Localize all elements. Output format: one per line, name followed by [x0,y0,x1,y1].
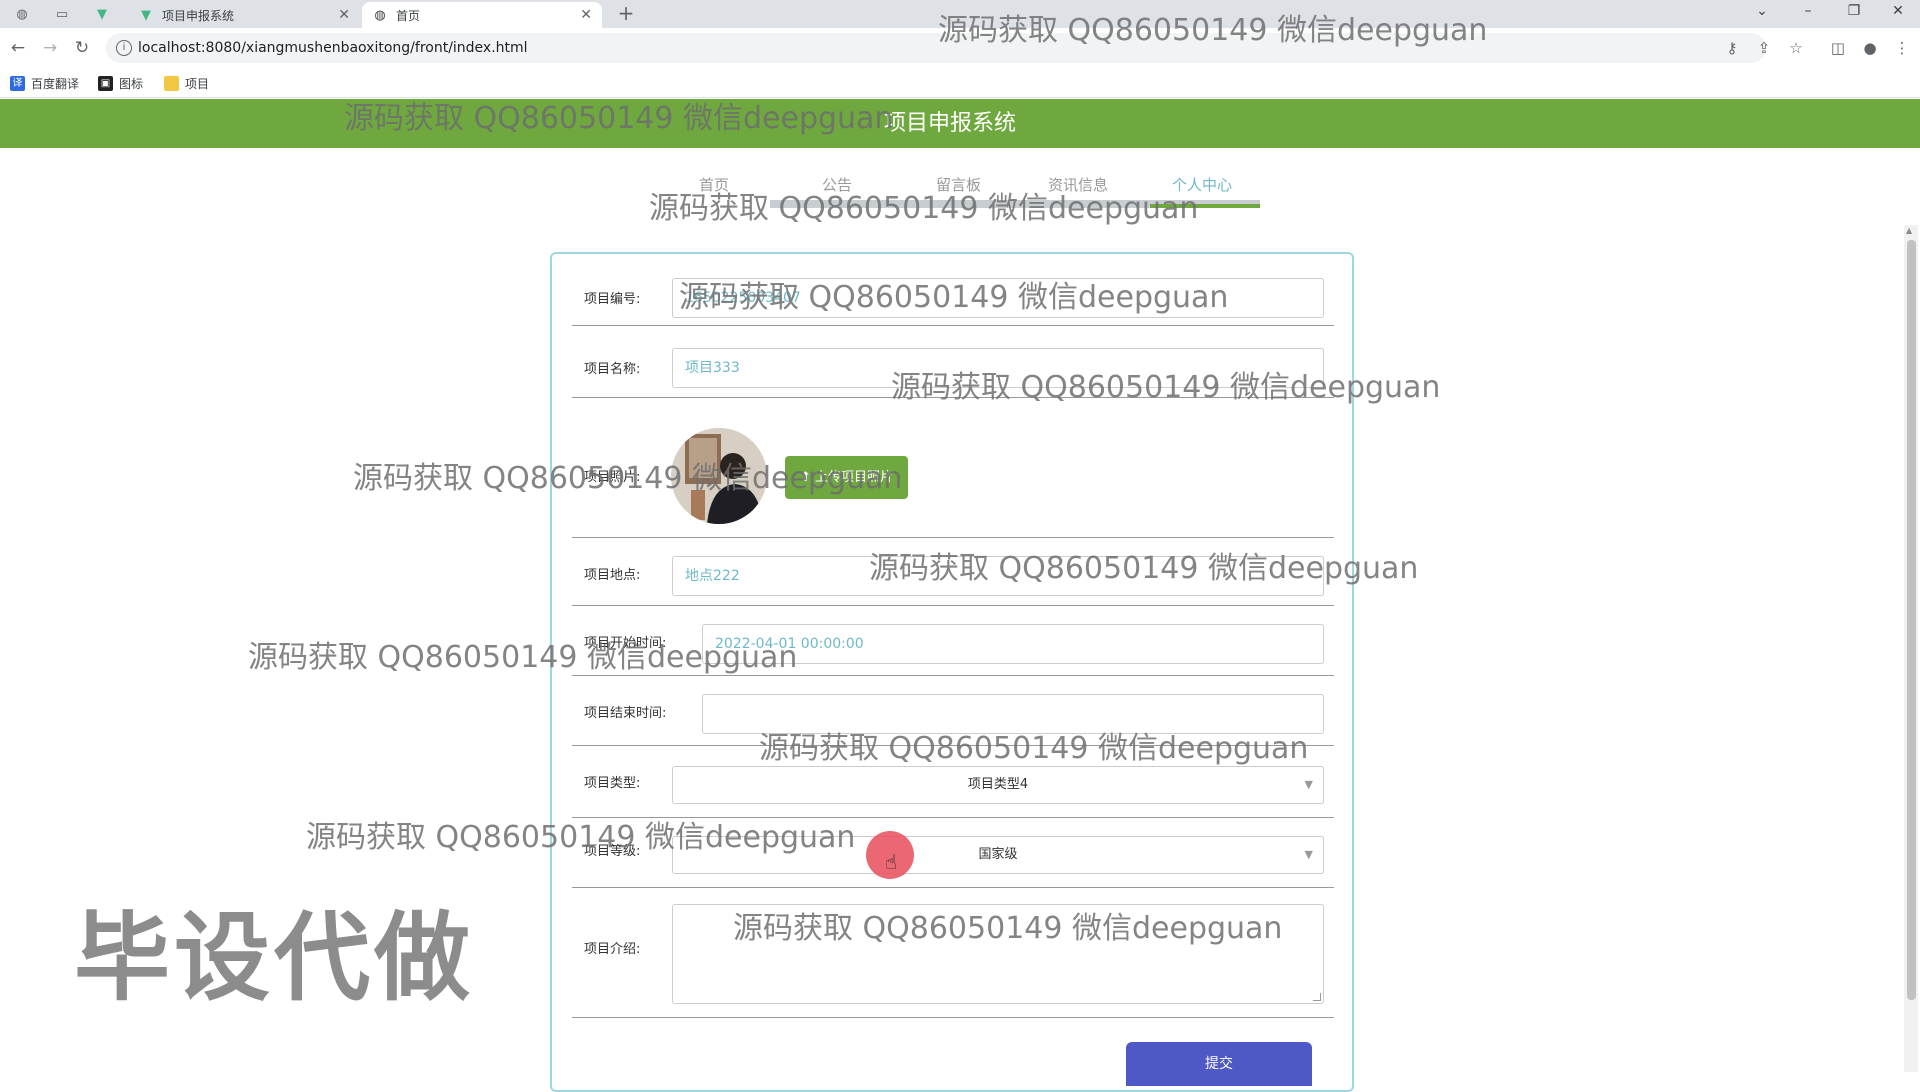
tab-label: 首页 [396,8,421,23]
menu-icon[interactable]: ⋮ [1890,36,1914,60]
globe-icon[interactable]: ◍ [8,3,36,25]
resize-handle[interactable] [1313,993,1321,1001]
profile-icon[interactable]: ● [1858,36,1882,60]
tab-label: 项目申报系统 [162,8,235,23]
tab-home[interactable]: ◍ 首页 ✕ [362,2,602,28]
name-label: 项目名称: [584,362,641,377]
type-label: 项目类型: [584,776,641,791]
bookmark-project-folder[interactable]: 项目 [164,75,209,92]
bookmark-label: 百度翻译 [31,77,80,91]
close-icon[interactable]: ✕ [338,7,350,23]
bookmark-icons[interactable]: ▣ 图标 [98,75,143,92]
scrollbar-thumb[interactable] [1907,240,1916,1000]
close-window-button[interactable]: ✕ [1876,0,1920,22]
watermark-text: 源码获取 QQ86050149 微信deepguan [353,461,903,496]
restore-button[interactable]: ❐ [1832,0,1876,22]
tab-project-system[interactable]: ▼ 项目申报系统 ✕ [128,2,360,28]
watermark-text: 源码获取 QQ86050149 微信deepguan [759,731,1309,766]
bookmark-baidu-translate[interactable]: 译 百度翻译 [10,75,79,92]
watermark-text: 源码获取 QQ86050149 微信deepguan [938,13,1488,48]
info-icon[interactable]: i [116,40,132,56]
hand-cursor-icon: ☝ [885,850,898,874]
share-icon[interactable]: ⇪ [1752,36,1776,60]
watermark-text: 源码获取 QQ86050149 微信deepguan [649,191,1199,226]
site-header: 项目申报系统 [0,99,1920,148]
watermark-text: 源码获取 QQ86050149 微信deepguan [679,280,1229,315]
bookmark-label: 图标 [119,77,144,91]
bookmarks-bar: 译 百度翻译 ▣ 图标 项目 [0,68,1920,98]
scroll-up-icon[interactable]: ▲ [1906,226,1912,235]
blank-tab-icon[interactable]: ▭ [48,3,76,25]
number-label: 项目编号: [584,292,641,307]
site-title: 项目申报系统 [883,111,1016,136]
type-select[interactable]: 项目类型4 ▼ [672,766,1324,804]
url-text: localhost:8080/xiangmushenbaoxitong/fron… [138,40,528,56]
side-panel-icon[interactable]: ◫ [1826,36,1850,60]
folder-icon [164,76,179,91]
vue-icon: ▼ [141,7,151,23]
type-value: 项目类型4 [967,777,1029,792]
watermark-text: 源码获取 QQ86050149 微信deepguan [891,370,1441,405]
star-icon[interactable]: ☆ [1784,36,1808,60]
watermark-text: 源码获取 QQ86050149 微信deepguan [344,101,894,136]
image-icon: ▣ [98,76,113,91]
watermark-text: 源码获取 QQ86050149 微信deepguan [869,551,1419,586]
back-icon[interactable]: ← [6,36,30,60]
chevron-down-icon: ▼ [1304,778,1313,791]
watermark-big-text: 毕设代做 [74,902,474,1014]
new-tab-button[interactable]: + [614,2,638,26]
level-value: 国家级 [978,847,1018,862]
tab-search-icon[interactable]: ⌄ [1740,0,1784,22]
minimize-button[interactable]: – [1786,0,1830,22]
submit-button[interactable]: 提交 [1126,1042,1312,1086]
key-icon[interactable]: ⚷ [1720,36,1744,60]
watermark-text: 源码获取 QQ86050149 微信deepguan [733,911,1283,946]
chevron-down-icon: ▼ [1304,848,1313,861]
bookmark-label: 项目 [185,77,210,91]
translate-icon: 译 [10,76,25,91]
watermark-text: 源码获取 QQ86050149 微信deepguan [306,820,856,855]
vue-icon[interactable]: ▼ [88,3,116,25]
close-icon[interactable]: ✕ [580,7,592,23]
watermark-text: 源码获取 QQ86050149 微信deepguan [248,640,798,675]
end-time-label: 项目结束时间: [584,706,667,721]
reload-icon[interactable]: ↻ [70,36,94,60]
intro-label: 项目介绍: [584,942,641,957]
location-label: 项目地点: [584,568,641,583]
forward-icon[interactable]: → [38,36,62,60]
url-input[interactable]: i localhost:8080/xiangmushenbaoxitong/fr… [106,33,1766,63]
globe-icon: ◍ [374,7,386,23]
